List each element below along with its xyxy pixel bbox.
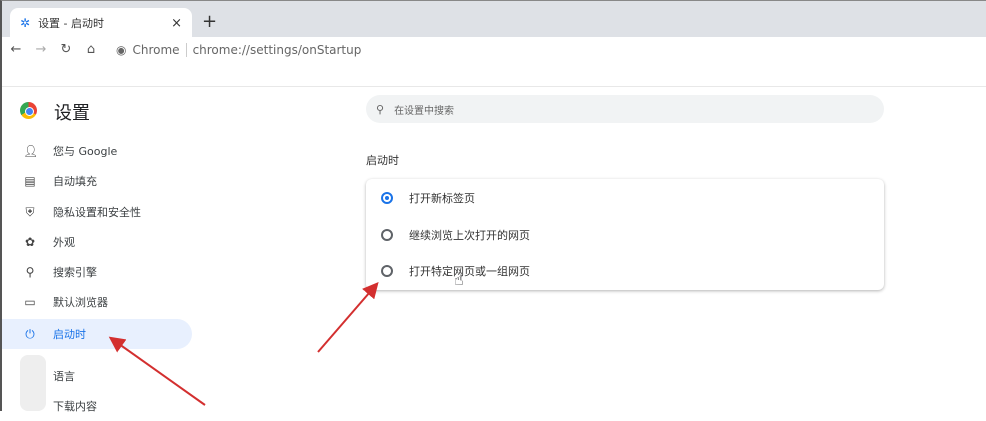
tab-strip: ✲ 设置 - 启动时 × + bbox=[0, 0, 986, 38]
close-tab-button[interactable]: × bbox=[171, 16, 182, 31]
omnibox-chip: Chrome bbox=[132, 42, 187, 57]
option-continue[interactable]: 继续浏览上次打开的网页 bbox=[366, 220, 884, 250]
reload-button[interactable]: ↻ bbox=[55, 42, 77, 57]
sidebar-item-label: 语言 bbox=[53, 370, 75, 383]
section-heading: 启动时 bbox=[366, 154, 399, 167]
option-new-tab[interactable]: 打开新标签页 bbox=[366, 183, 884, 213]
sidebar-item-search-engine[interactable]: ⚲ 搜索引擎 bbox=[2, 257, 192, 287]
url-text[interactable]: chrome://settings/onStartup bbox=[193, 43, 362, 57]
blur-overlay bbox=[20, 355, 46, 411]
settings-search[interactable]: ⚲ 在设置中搜索 bbox=[366, 95, 884, 123]
sidebar-item-label: 默认浏览器 bbox=[53, 296, 108, 309]
chrome-logo-icon bbox=[20, 102, 37, 119]
sidebar-item-appearance[interactable]: ✿ 外观 bbox=[2, 227, 192, 257]
sidebar-item-autofill[interactable]: ▤ 自动填充 bbox=[2, 166, 192, 196]
sidebar-item-label: 下载内容 bbox=[53, 400, 97, 413]
search-icon: ⚲ bbox=[25, 265, 35, 279]
gear-icon: ✲ bbox=[20, 16, 31, 30]
option-label: 继续浏览上次打开的网页 bbox=[409, 229, 530, 242]
palette-icon: ✿ bbox=[24, 235, 36, 249]
radio-button[interactable] bbox=[381, 192, 393, 204]
settings-page: 设置 👤︎ 您与 Google ▤ 自动填充 ⛨ 隐私设置和安全性 ✿ 外观 ⚲ 搜索引擎… bbox=[0, 62, 986, 413]
address-bar[interactable]: ◉ Chrome chrome://settings/onStartup bbox=[116, 42, 362, 57]
option-label: 打开新标签页 bbox=[409, 192, 475, 205]
divider bbox=[2, 86, 986, 87]
power-icon: ⏻ bbox=[25, 326, 35, 341]
search-input[interactable]: 在设置中搜索 bbox=[394, 102, 454, 117]
sidebar-item-on-startup[interactable]: ⏻ 启动时 bbox=[2, 319, 192, 349]
back-button[interactable]: ← bbox=[5, 42, 27, 57]
forward-button[interactable]: → bbox=[30, 42, 52, 57]
person-icon: 👤︎ bbox=[23, 144, 39, 158]
option-specific-pages[interactable]: 打开特定网页或一组网页 bbox=[366, 256, 884, 286]
sidebar-item-label: 自动填充 bbox=[53, 175, 97, 188]
radio-button[interactable] bbox=[381, 229, 393, 241]
home-button[interactable]: ⌂ bbox=[80, 42, 102, 57]
hand-cursor-icon: ☝︎ bbox=[454, 270, 464, 289]
clipboard-icon: ▤ bbox=[24, 174, 36, 188]
sidebar-item-default-browser[interactable]: ▭ 默认浏览器 bbox=[2, 287, 192, 317]
shield-icon: ⛨ bbox=[25, 204, 35, 219]
startup-options-card: 打开新标签页 继续浏览上次打开的网页 打开特定网页或一组网页 bbox=[366, 179, 884, 290]
radio-button[interactable] bbox=[381, 265, 393, 277]
sidebar-item-label: 外观 bbox=[53, 236, 75, 249]
chrome-icon: ◉ bbox=[116, 42, 127, 57]
search-icon: ⚲ bbox=[376, 102, 385, 116]
sidebar-item-privacy[interactable]: ⛨ 隐私设置和安全性 bbox=[2, 197, 192, 227]
sidebar-item-label: 启动时 bbox=[53, 328, 86, 341]
toolbar: ← → ↻ ⌂ ◉ Chrome chrome://settings/onSta… bbox=[0, 37, 986, 62]
new-tab-button[interactable]: + bbox=[202, 11, 217, 32]
tab-title: 设置 - 启动时 bbox=[38, 17, 105, 30]
option-label: 打开特定网页或一组网页 bbox=[409, 265, 530, 278]
sidebar-item-label: 隐私设置和安全性 bbox=[53, 206, 141, 219]
sidebar-item-label: 搜索引擎 bbox=[53, 266, 97, 279]
sidebar-item-you-and-google[interactable]: 👤︎ 您与 Google bbox=[2, 136, 192, 166]
browser-icon: ▭ bbox=[24, 295, 36, 309]
sidebar-item-label: 您与 Google bbox=[53, 145, 118, 158]
page-title: 设置 bbox=[54, 103, 90, 124]
tab-settings[interactable]: ✲ 设置 - 启动时 × bbox=[10, 8, 192, 38]
